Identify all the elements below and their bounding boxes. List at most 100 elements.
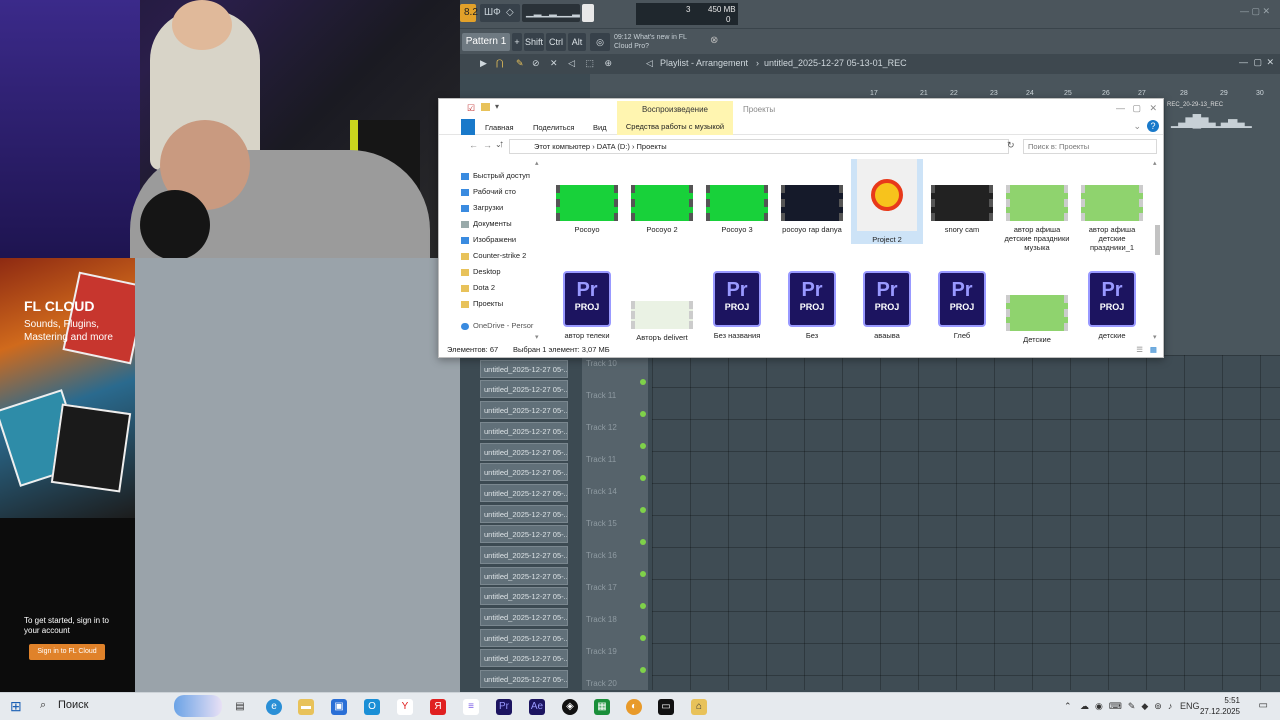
track-label[interactable]: Track 12 xyxy=(586,423,617,432)
file-item[interactable]: Pr PROJ Без xyxy=(776,271,848,340)
outlook-icon[interactable]: O xyxy=(364,699,380,715)
file-item[interactable]: Pocoyo 2 xyxy=(626,185,698,234)
nav-documents[interactable]: Документы xyxy=(461,219,512,228)
nav-quick-access[interactable]: Быстрый доступ xyxy=(461,171,530,180)
playlist-grid[interactable] xyxy=(652,355,1280,690)
breadcrumb-computer[interactable]: Этот компьютер xyxy=(534,142,590,151)
file-item[interactable]: Pr PROJ Глеб xyxy=(926,271,998,340)
fl-window-controls[interactable]: — ▢ ✕ xyxy=(1240,6,1270,17)
file-item[interactable]: автор афиша детские праздники музыка xyxy=(1001,185,1073,252)
file-item[interactable]: автор афиша детские праздники_1 xyxy=(1076,185,1148,252)
breadcrumb-folder[interactable]: Проекты xyxy=(637,142,667,151)
playlist-magnet-icon[interactable]: ⋂ xyxy=(496,58,503,69)
nav-folder[interactable]: Проекты xyxy=(461,299,503,308)
pattern-item[interactable]: untitled_2025-12-27 05-... xyxy=(480,567,568,585)
close-icon[interactable]: ✕ xyxy=(1149,103,1157,114)
playlist-maximize-icon[interactable]: ▢ xyxy=(1253,57,1262,68)
track-label[interactable]: Track 19 xyxy=(586,647,617,656)
tab-view[interactable]: Вид xyxy=(593,123,607,132)
scroll-down-icon[interactable]: ▾ xyxy=(1153,333,1157,341)
track-mute-dot[interactable] xyxy=(640,571,646,577)
file-item[interactable]: Pr PROJ Без названия xyxy=(701,271,773,340)
windows-start-icon[interactable]: ⊞ xyxy=(10,699,24,713)
capcut-icon[interactable]: ◈ xyxy=(562,699,578,715)
add-pattern-icon[interactable]: + xyxy=(512,33,522,51)
pattern-selector[interactable]: Pattern 1 xyxy=(462,33,510,51)
edge-icon[interactable]: e xyxy=(266,699,282,715)
nav-pictures[interactable]: Изображени xyxy=(461,235,516,244)
track-mute-dot[interactable] xyxy=(640,507,646,513)
refresh-icon[interactable]: ↻ xyxy=(1007,140,1015,151)
fl-studio-icon[interactable]: ◐ xyxy=(626,699,642,715)
quick-access-icon[interactable]: ☑ xyxy=(467,103,475,114)
playlist-speaker-icon[interactable]: ◁ xyxy=(646,58,653,69)
search-highlight-image[interactable] xyxy=(174,695,222,717)
titlebar-dropdown-icon[interactable]: ▾ xyxy=(495,102,499,111)
pattern-item[interactable]: untitled_2025-12-27 05-... xyxy=(480,463,568,481)
scrollbar-thumb[interactable] xyxy=(1155,225,1160,255)
pattern-item[interactable]: untitled_2025-12-27 05-... xyxy=(480,670,568,688)
track-mute-dot[interactable] xyxy=(640,475,646,481)
pattern-item[interactable]: untitled_2025-12-27 05-... xyxy=(480,649,568,667)
file-item[interactable]: snory cam xyxy=(926,185,998,234)
tab-share[interactable]: Поделиться xyxy=(533,123,574,132)
search-icon[interactable]: ⌕ xyxy=(40,699,46,712)
pattern-item[interactable]: untitled_2025-12-27 05-... xyxy=(480,443,568,461)
pattern-item[interactable]: untitled_2025-12-27 05-... xyxy=(480,505,568,523)
tab-home[interactable]: Главная xyxy=(485,123,514,132)
fl-news-close-icon[interactable]: ⊗ xyxy=(710,35,718,46)
clock[interactable]: 5:51 27.12.2025 xyxy=(1200,695,1240,717)
file-explorer-icon[interactable]: ▬ xyxy=(298,699,314,715)
app-icon[interactable]: ≡ xyxy=(463,699,479,715)
track-label[interactable]: Track 15 xyxy=(586,519,617,528)
nav-scroll-down-icon[interactable]: ▾ xyxy=(535,333,539,341)
playlist-minimize-icon[interactable]: — xyxy=(1239,57,1248,67)
pattern-item[interactable]: untitled_2025-12-27 05-... xyxy=(480,525,568,543)
file-item[interactable]: Pr PROJ детские xyxy=(1076,271,1148,340)
file-item[interactable]: Pocoyo 3 xyxy=(701,185,773,234)
pattern-item[interactable]: untitled_2025-12-27 05-... xyxy=(480,401,568,419)
ctrl-key-button[interactable]: Ctrl xyxy=(546,33,566,51)
nav-folder[interactable]: Counter-strike 2 xyxy=(461,251,526,260)
file-item[interactable]: Pr PROJ автор телеки xyxy=(551,271,623,340)
details-view-icon[interactable]: ☰ xyxy=(1136,345,1143,354)
track-mute-dot[interactable] xyxy=(640,411,646,417)
pattern-item[interactable]: untitled_2025-12-27 05-... xyxy=(480,546,568,564)
track-label[interactable]: Track 14 xyxy=(586,487,617,496)
yandex-browser-icon[interactable]: Y xyxy=(397,699,413,715)
track-label[interactable]: Track 11 xyxy=(586,455,616,464)
playlist-play-icon[interactable]: ▶ xyxy=(480,58,487,69)
help-icon[interactable]: ? xyxy=(1147,120,1159,132)
pattern-item[interactable]: untitled_2025-12-27 05-... xyxy=(480,587,568,605)
flcloud-news-icon[interactable]: ◎ xyxy=(590,33,610,51)
back-icon[interactable]: ← xyxy=(469,140,478,150)
nav-downloads[interactable]: Загрузки xyxy=(461,203,503,212)
pattern-item[interactable]: untitled_2025-12-27 05-... xyxy=(480,360,568,378)
nav-desktop[interactable]: Рабочий сто xyxy=(461,187,516,196)
search-input[interactable]: Поиск в: Проекты xyxy=(1023,139,1157,154)
track-label[interactable]: Track 10 xyxy=(586,359,617,368)
pattern-item[interactable]: untitled_2025-12-27 05-... xyxy=(480,422,568,440)
yandex-icon[interactable]: Я xyxy=(430,699,446,715)
fl-tempo-badge[interactable]: 8.2 xyxy=(460,4,478,22)
tray-overflow-icon[interactable]: ⌃ xyxy=(1064,701,1072,712)
ribbon-expand-icon[interactable]: ⌄ xyxy=(1133,121,1141,132)
icons-view-icon[interactable]: ▦ xyxy=(1150,345,1157,354)
forward-icon[interactable]: → xyxy=(483,140,492,150)
track-mute-dot[interactable] xyxy=(640,443,646,449)
scroll-up-icon[interactable]: ▴ xyxy=(1153,159,1157,167)
up-icon[interactable]: ↑ xyxy=(499,139,504,150)
pattern-item[interactable]: untitled_2025-12-27 05-... xyxy=(480,608,568,626)
taskbar-search[interactable]: Поиск xyxy=(58,699,88,711)
pattern-item[interactable]: untitled_2025-12-27 05-... xyxy=(480,484,568,502)
playlist-timeline[interactable]: 17 21 22 23 24 25 26 27 28 29 30 xyxy=(590,74,1280,100)
nav-scroll-up-icon[interactable]: ▴ xyxy=(535,159,539,167)
track-label[interactable]: Track 16 xyxy=(586,551,617,560)
shift-key-button[interactable]: Shift xyxy=(524,33,544,51)
track-mute-dot[interactable] xyxy=(640,379,646,385)
app-icon[interactable]: ⌂ xyxy=(691,699,707,715)
pattern-item[interactable]: untitled_2025-12-27 05-... xyxy=(480,629,568,647)
file-item[interactable]: Детские xyxy=(1001,295,1073,344)
tab-music-tools[interactable]: Средства работы с музыкой xyxy=(617,119,733,135)
app-icon[interactable]: ▦ xyxy=(594,699,610,715)
